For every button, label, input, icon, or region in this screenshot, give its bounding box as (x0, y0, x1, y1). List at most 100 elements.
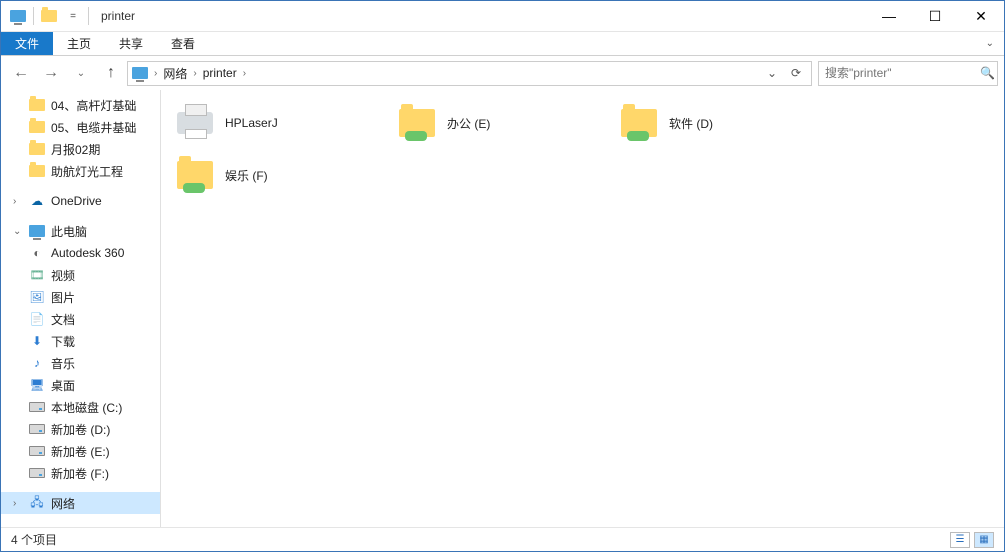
chevron-right-icon[interactable]: › (13, 498, 23, 509)
sidebar-item-drive-d[interactable]: 新加卷 (D:) (1, 418, 160, 440)
nav-bar: ← → ⌄ ↑ › 网络 › printer › ⌄ ⟳ 🔍 (1, 56, 1004, 90)
sidebar-item-label: OneDrive (51, 194, 102, 208)
sidebar-item-label: 网络 (51, 495, 75, 512)
sidebar-item-label: 文档 (51, 311, 75, 328)
nav-pane[interactable]: 04、高杆灯基础 05、电缆井基础 月报02期 助航灯光工程 › ☁ OneDriv… (1, 90, 161, 527)
shared-folder-icon (397, 103, 437, 143)
sidebar-recent-item[interactable]: 助航灯光工程 (1, 160, 160, 182)
sidebar-item-label: Autodesk 360 (51, 246, 124, 260)
chevron-down-icon[interactable]: ⌄ (13, 226, 23, 237)
explorer-window: = printer — ☐ ✕ 文件 主页 共享 查看 ⌄ ← → ⌄ ↑ › … (0, 0, 1005, 552)
pc-icon (29, 223, 45, 239)
sidebar-item-videos[interactable]: 🎞视频 (1, 264, 160, 286)
sidebar-recent-item[interactable]: 04、高杆灯基础 (1, 94, 160, 116)
search-icon[interactable]: 🔍 (980, 66, 995, 80)
view-details-button[interactable]: ☰ (950, 532, 970, 548)
chevron-right-icon[interactable]: › (13, 196, 23, 207)
sidebar-item-drive-c[interactable]: 本地磁盘 (C:) (1, 396, 160, 418)
body: 04、高杆灯基础 05、电缆井基础 月报02期 助航灯光工程 › ☁ OneDriv… (1, 90, 1004, 527)
item-printer[interactable]: HPLaserJ (171, 98, 391, 148)
sidebar-item-pictures[interactable]: 🖼 图片 (1, 286, 160, 308)
sidebar-item-desktop[interactable]: 🖥 桌面 (1, 374, 160, 396)
view-mode-buttons: ☰ ▦ (950, 532, 994, 548)
chevron-right-icon[interactable]: › (150, 68, 161, 79)
address-dropdown-icon[interactable]: ⌄ (761, 62, 783, 84)
minimize-button[interactable]: — (866, 1, 912, 32)
item-share-folder[interactable]: 娱乐 (F) (171, 150, 391, 200)
ribbon-tab-home[interactable]: 主页 (53, 32, 105, 55)
nav-up-button[interactable]: ↑ (97, 59, 125, 87)
sidebar-onedrive[interactable]: › ☁ OneDrive (1, 190, 160, 212)
ribbon-tab-share[interactable]: 共享 (105, 32, 157, 55)
items-grid: HPLaserJ 办公 (E) 软件 (D) 娱乐 (F) (171, 98, 994, 200)
sidebar-item-label: 图片 (51, 289, 75, 306)
ribbon-tab-file[interactable]: 文件 (1, 32, 53, 55)
documents-icon: 📄 (29, 311, 45, 327)
breadcrumb-network[interactable]: 网络 (163, 65, 187, 82)
item-label: 办公 (E) (447, 115, 609, 132)
sidebar-item-label: 桌面 (51, 377, 75, 394)
search-input[interactable] (825, 66, 980, 80)
nav-forward-button[interactable]: → (37, 59, 65, 87)
status-item-count: 4 个项目 (11, 531, 57, 548)
sidebar-item-label: 新加卷 (F:) (51, 465, 109, 482)
sidebar-this-pc[interactable]: ⌄此电脑 (1, 220, 160, 242)
sidebar-network[interactable]: ›🖧网络 (1, 492, 160, 514)
maximize-button[interactable]: ☐ (912, 1, 958, 32)
item-share-folder[interactable]: 办公 (E) (393, 98, 613, 148)
sidebar-item-label: 05、电缆井基础 (51, 119, 136, 136)
properties-icon[interactable] (40, 7, 58, 25)
sidebar-item-documents[interactable]: 📄 文档 (1, 308, 160, 330)
refresh-icon[interactable]: ⟳ (785, 62, 807, 84)
shared-folder-icon (619, 103, 659, 143)
address-bar[interactable]: › 网络 › printer › ⌄ ⟳ (127, 61, 812, 86)
window-title: printer (101, 9, 135, 23)
drive-icon (29, 424, 45, 434)
item-label: 娱乐 (F) (225, 167, 387, 184)
folder-icon (29, 121, 45, 133)
qat-dropdown-icon[interactable]: = (64, 7, 82, 25)
sidebar-recent-item[interactable]: 05、电缆井基础 (1, 116, 160, 138)
chevron-right-icon[interactable]: › (189, 68, 200, 79)
printer-icon (175, 103, 215, 143)
content-pane[interactable]: HPLaserJ 办公 (E) 软件 (D) 娱乐 (F) (161, 90, 1004, 527)
desktop-icon: 🖥 (29, 377, 45, 393)
status-bar: 4 个项目 ☰ ▦ (1, 527, 1004, 551)
drive-icon (29, 446, 45, 456)
location-pc-icon (132, 65, 148, 81)
item-label: HPLaserJ (225, 116, 387, 130)
view-icons-button[interactable]: ▦ (974, 532, 994, 548)
sidebar-item-autodesk[interactable]: ◐ Autodesk 360 (1, 242, 160, 264)
nav-recent-dropdown-icon[interactable]: ⌄ (67, 59, 95, 87)
sidebar-item-drive-f[interactable]: 新加卷 (F:) (1, 462, 160, 484)
sidebar-item-label: 新加卷 (D:) (51, 421, 110, 438)
drive-icon (29, 402, 45, 412)
ribbon-tab-view[interactable]: 查看 (157, 32, 209, 55)
item-share-folder[interactable]: 软件 (D) (615, 98, 835, 148)
downloads-icon: ⬇ (29, 333, 45, 349)
nav-back-button[interactable]: ← (7, 59, 35, 87)
sidebar-item-label: 04、高杆灯基础 (51, 97, 136, 114)
video-icon: 🎞 (29, 267, 45, 283)
ribbon: 文件 主页 共享 查看 ⌄ (1, 32, 1004, 56)
close-button[interactable]: ✕ (958, 1, 1004, 32)
ribbon-collapse-icon[interactable]: ⌄ (976, 32, 1004, 55)
pictures-icon: 🖼 (29, 289, 45, 305)
sidebar-item-label: 助航灯光工程 (51, 163, 123, 180)
folder-icon (29, 143, 45, 155)
sidebar-item-label: 新加卷 (E:) (51, 443, 110, 460)
sidebar-item-label: 本地磁盘 (C:) (51, 399, 122, 416)
window-controls: — ☐ ✕ (866, 1, 1004, 32)
search-box[interactable]: 🔍 (818, 61, 998, 86)
sidebar-recent-item[interactable]: 月报02期 (1, 138, 160, 160)
breadcrumb-printer[interactable]: printer (203, 66, 237, 80)
sidebar-item-drive-e[interactable]: 新加卷 (E:) (1, 440, 160, 462)
sidebar-item-downloads[interactable]: ⬇下载 (1, 330, 160, 352)
folder-icon (29, 165, 45, 177)
onedrive-icon: ☁ (29, 193, 45, 209)
chevron-right-icon[interactable]: › (239, 68, 250, 79)
sidebar-item-music[interactable]: ♪音乐 (1, 352, 160, 374)
quick-access-toolbar: = printer (1, 7, 135, 25)
drive-icon (29, 468, 45, 478)
autodesk-icon: ◐ (29, 245, 45, 261)
